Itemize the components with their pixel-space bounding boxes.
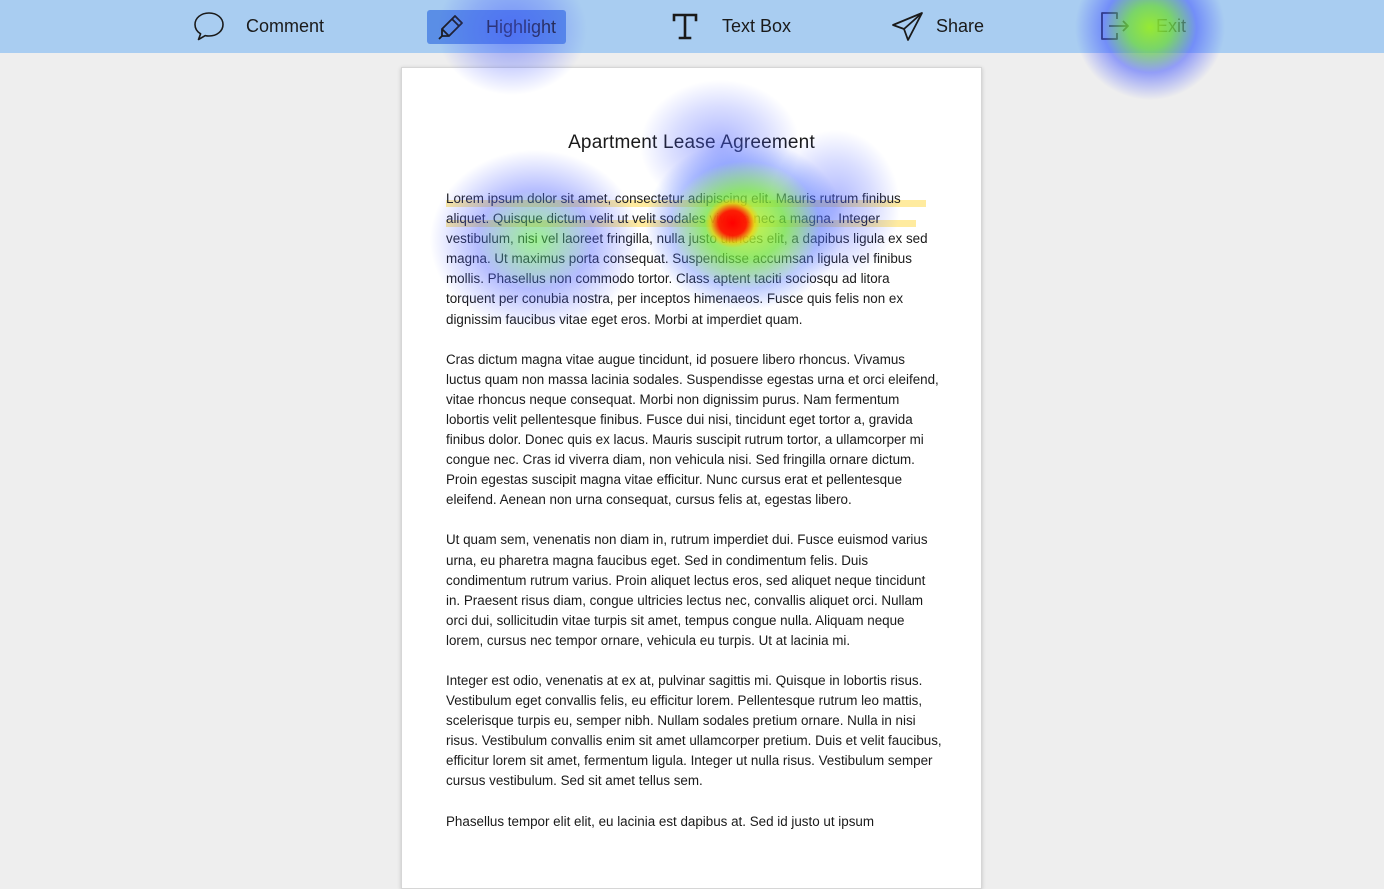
exit-door-icon (1099, 10, 1131, 42)
text-t-icon (672, 11, 698, 41)
text-box-label: Text Box (722, 15, 792, 36)
text-box-button[interactable]: Text Box (672, 8, 791, 44)
comment-button[interactable]: Comment (192, 8, 324, 44)
paragraph[interactable]: Integer est odio, venenatis at ex at, pu… (446, 671, 942, 792)
highlight-label: Highlight (486, 16, 557, 37)
share-label: Share (936, 15, 985, 36)
paragraph[interactable]: Cras dictum magna vitae augue tincidunt,… (446, 350, 942, 511)
document-title: Apartment Lease Agreement (568, 132, 815, 153)
marker-pen-icon (436, 12, 466, 42)
highlight-button[interactable]: Highlight (427, 10, 566, 44)
document-page: Apartment Lease Agreement Lorem ipsum do… (401, 67, 982, 889)
paper-plane-icon (891, 10, 924, 42)
paragraph[interactable]: Ut quam sem, venenatis non diam in, rutr… (446, 530, 942, 651)
highlighted-passage: Lorem ipsum dolor sit amet, consectetur … (446, 189, 942, 330)
exit-label: Exit (1156, 15, 1187, 36)
share-button[interactable]: Share (891, 8, 984, 44)
document-body: Lorem ipsum dolor sit amet, consectetur … (446, 189, 942, 852)
annotation-toolbar: Comment Highlight Text Box Share Exit (0, 0, 1384, 53)
exit-button[interactable]: Exit (1099, 8, 1186, 44)
paragraph[interactable]: Lorem ipsum dolor sit amet, consectetur … (446, 189, 942, 330)
comment-label: Comment (246, 15, 325, 36)
speech-bubble-icon (192, 10, 226, 42)
paragraph[interactable]: Phasellus tempor elit elit, eu lacinia e… (446, 812, 942, 832)
